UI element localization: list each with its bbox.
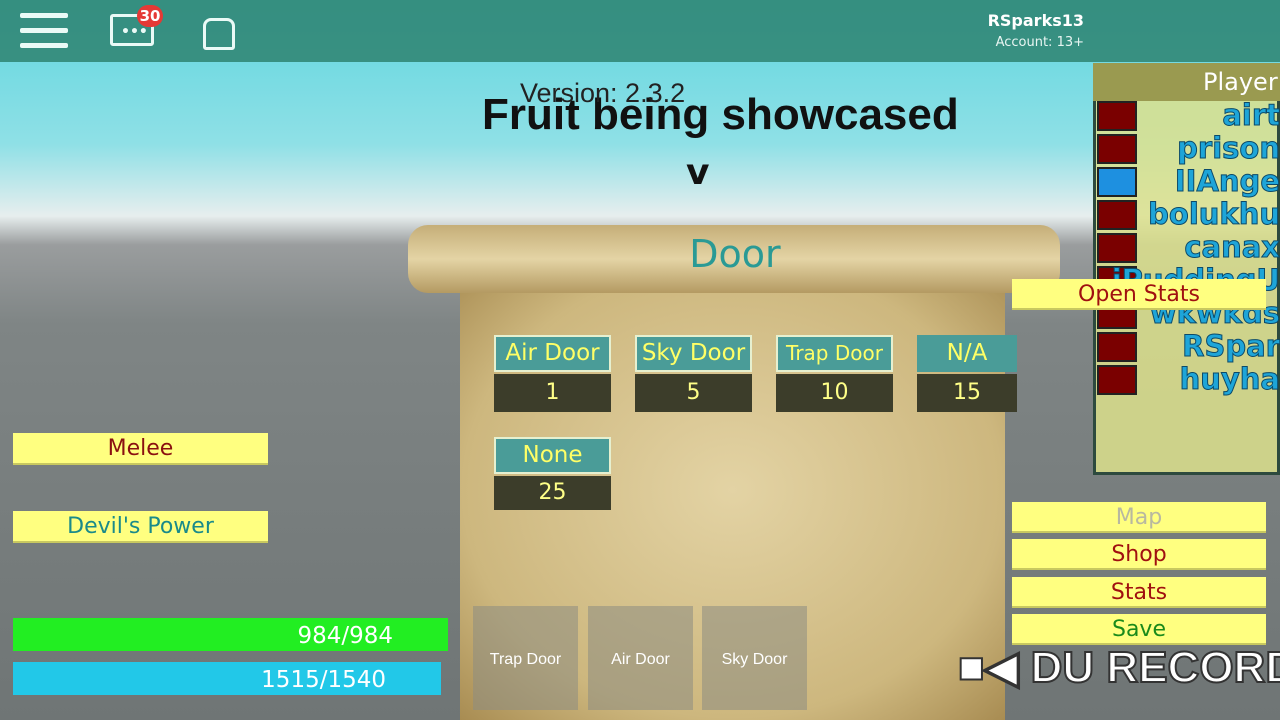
option-value: 10: [776, 374, 893, 412]
tab-air-door[interactable]: Air Door: [588, 606, 693, 710]
map-button[interactable]: Map: [1012, 502, 1266, 533]
camera-icon: ■◀: [957, 642, 1019, 693]
watermark-text: DU RECORD: [1030, 642, 1280, 693]
option-name: None: [494, 437, 611, 474]
option-name: Air Door: [494, 335, 611, 372]
player-icon: [1097, 134, 1137, 164]
player-row[interactable]: canax: [1097, 232, 1280, 265]
player-row[interactable]: IIAnge: [1097, 166, 1280, 199]
player-row[interactable]: prison: [1097, 133, 1280, 166]
door-option-na[interactable]: N/A 15: [917, 335, 1017, 412]
shop-button[interactable]: Shop: [1012, 539, 1266, 570]
devils-power-button[interactable]: Devil's Power: [13, 511, 268, 543]
option-value: 5: [635, 374, 752, 412]
door-option-none[interactable]: None 25: [494, 437, 611, 510]
player-row[interactable]: huyha: [1097, 364, 1280, 397]
player-name: huyha: [1179, 364, 1280, 397]
door-option-trap[interactable]: Trap Door 10: [776, 335, 893, 412]
account-label: Account: 13+: [995, 35, 1084, 50]
username: RSparks13: [987, 11, 1084, 30]
player-icon: [1097, 200, 1137, 230]
hamburger-icon[interactable]: [0, 0, 80, 62]
door-option-air[interactable]: Air Door 1: [494, 335, 611, 412]
player-name: airt: [1222, 100, 1280, 133]
version-label: Version: 2.3.2: [520, 78, 686, 108]
top-bar: ••• 30 RSparks13 Account: 13+: [0, 0, 1280, 62]
player-icon: [1097, 332, 1137, 362]
player-row[interactable]: airt: [1097, 100, 1280, 133]
sword-icon: [1097, 167, 1137, 197]
player-name: RSpar: [1182, 331, 1280, 364]
watermark: ■◀ DU RECORD: [957, 642, 1280, 693]
panel-title: Door: [689, 232, 781, 276]
player-icon: [1097, 365, 1137, 395]
player-name: canax: [1184, 232, 1280, 265]
option-value: 15: [917, 374, 1017, 412]
open-stats-button[interactable]: Open Stats: [1012, 279, 1266, 310]
player-list-header: Player: [1093, 63, 1280, 101]
stats-button[interactable]: Stats: [1012, 577, 1266, 608]
player-row[interactable]: RSpar: [1097, 331, 1280, 364]
option-name: Sky Door: [635, 335, 752, 372]
option-name: N/A: [917, 335, 1017, 372]
option-value: 25: [494, 476, 611, 510]
chat-badge: 30: [137, 5, 163, 27]
health-bar: 984/984: [13, 618, 448, 651]
player-name: prison: [1177, 133, 1280, 166]
energy-bar: 1515/1540: [13, 662, 441, 695]
player-name: IIAnge: [1174, 166, 1280, 199]
option-name: Trap Door: [776, 335, 893, 372]
backpack-icon[interactable]: [203, 18, 235, 50]
door-option-sky[interactable]: Sky Door 5: [635, 335, 752, 412]
player-icon: [1097, 233, 1137, 263]
save-button[interactable]: Save: [1012, 614, 1266, 645]
melee-button[interactable]: Melee: [13, 433, 268, 465]
player-icon: [1097, 101, 1137, 131]
tab-trap-door[interactable]: Trap Door: [473, 606, 578, 710]
option-value: 1: [494, 374, 611, 412]
showcase-arrow: v: [686, 152, 710, 193]
player-name: bolukhu: [1148, 199, 1280, 232]
player-row[interactable]: bolukhu: [1097, 199, 1280, 232]
tab-sky-door[interactable]: Sky Door: [702, 606, 807, 710]
